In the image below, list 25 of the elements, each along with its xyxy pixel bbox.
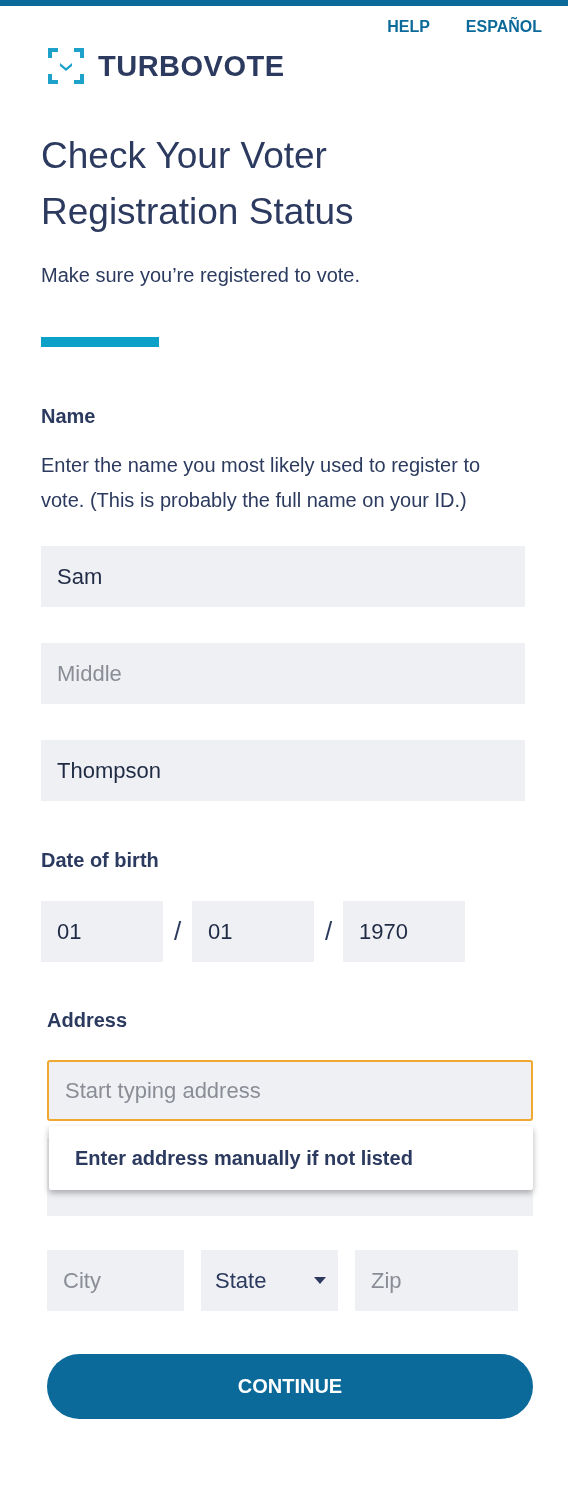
input-field[interactable]: Sam [41,546,525,607]
section-label: Address [47,1009,129,1032]
logo-text: TURBOVOTE [98,49,285,83]
continue-button[interactable]: CONTINUE [47,1354,533,1419]
state-select[interactable]: State [201,1250,338,1311]
date-separator: / [323,916,334,947]
page-title: Check Your Voter Registration Status [41,134,355,234]
subtitle: Make sure you’re registered to vote. [41,264,362,287]
caret-icon [314,1277,326,1284]
logo-icon [48,48,84,84]
help-text: Enter the name you most likely used to register to vote. (This is probably the full name on your ID.) [41,453,482,513]
nav-link[interactable]: HELP [387,18,430,36]
section-label: Date of birth [41,849,160,872]
input-field[interactable]: Start typing address [47,1060,533,1121]
input-field[interactable]: Middle [41,643,525,704]
input-field[interactable]: 01 [192,901,314,962]
nav-link[interactable]: ESPAÑOL [465,18,542,36]
input-field[interactable]: City [47,1250,184,1311]
input-field[interactable]: Thompson [41,740,525,801]
input-field[interactable]: Zip [355,1250,518,1311]
section-label: Name [41,405,97,428]
menu-item[interactable]: Enter address manually if not listed [75,1146,413,1170]
date-separator: / [172,916,183,947]
input-field[interactable]: 1970 [343,901,465,962]
input-field[interactable]: 01 [41,901,163,962]
